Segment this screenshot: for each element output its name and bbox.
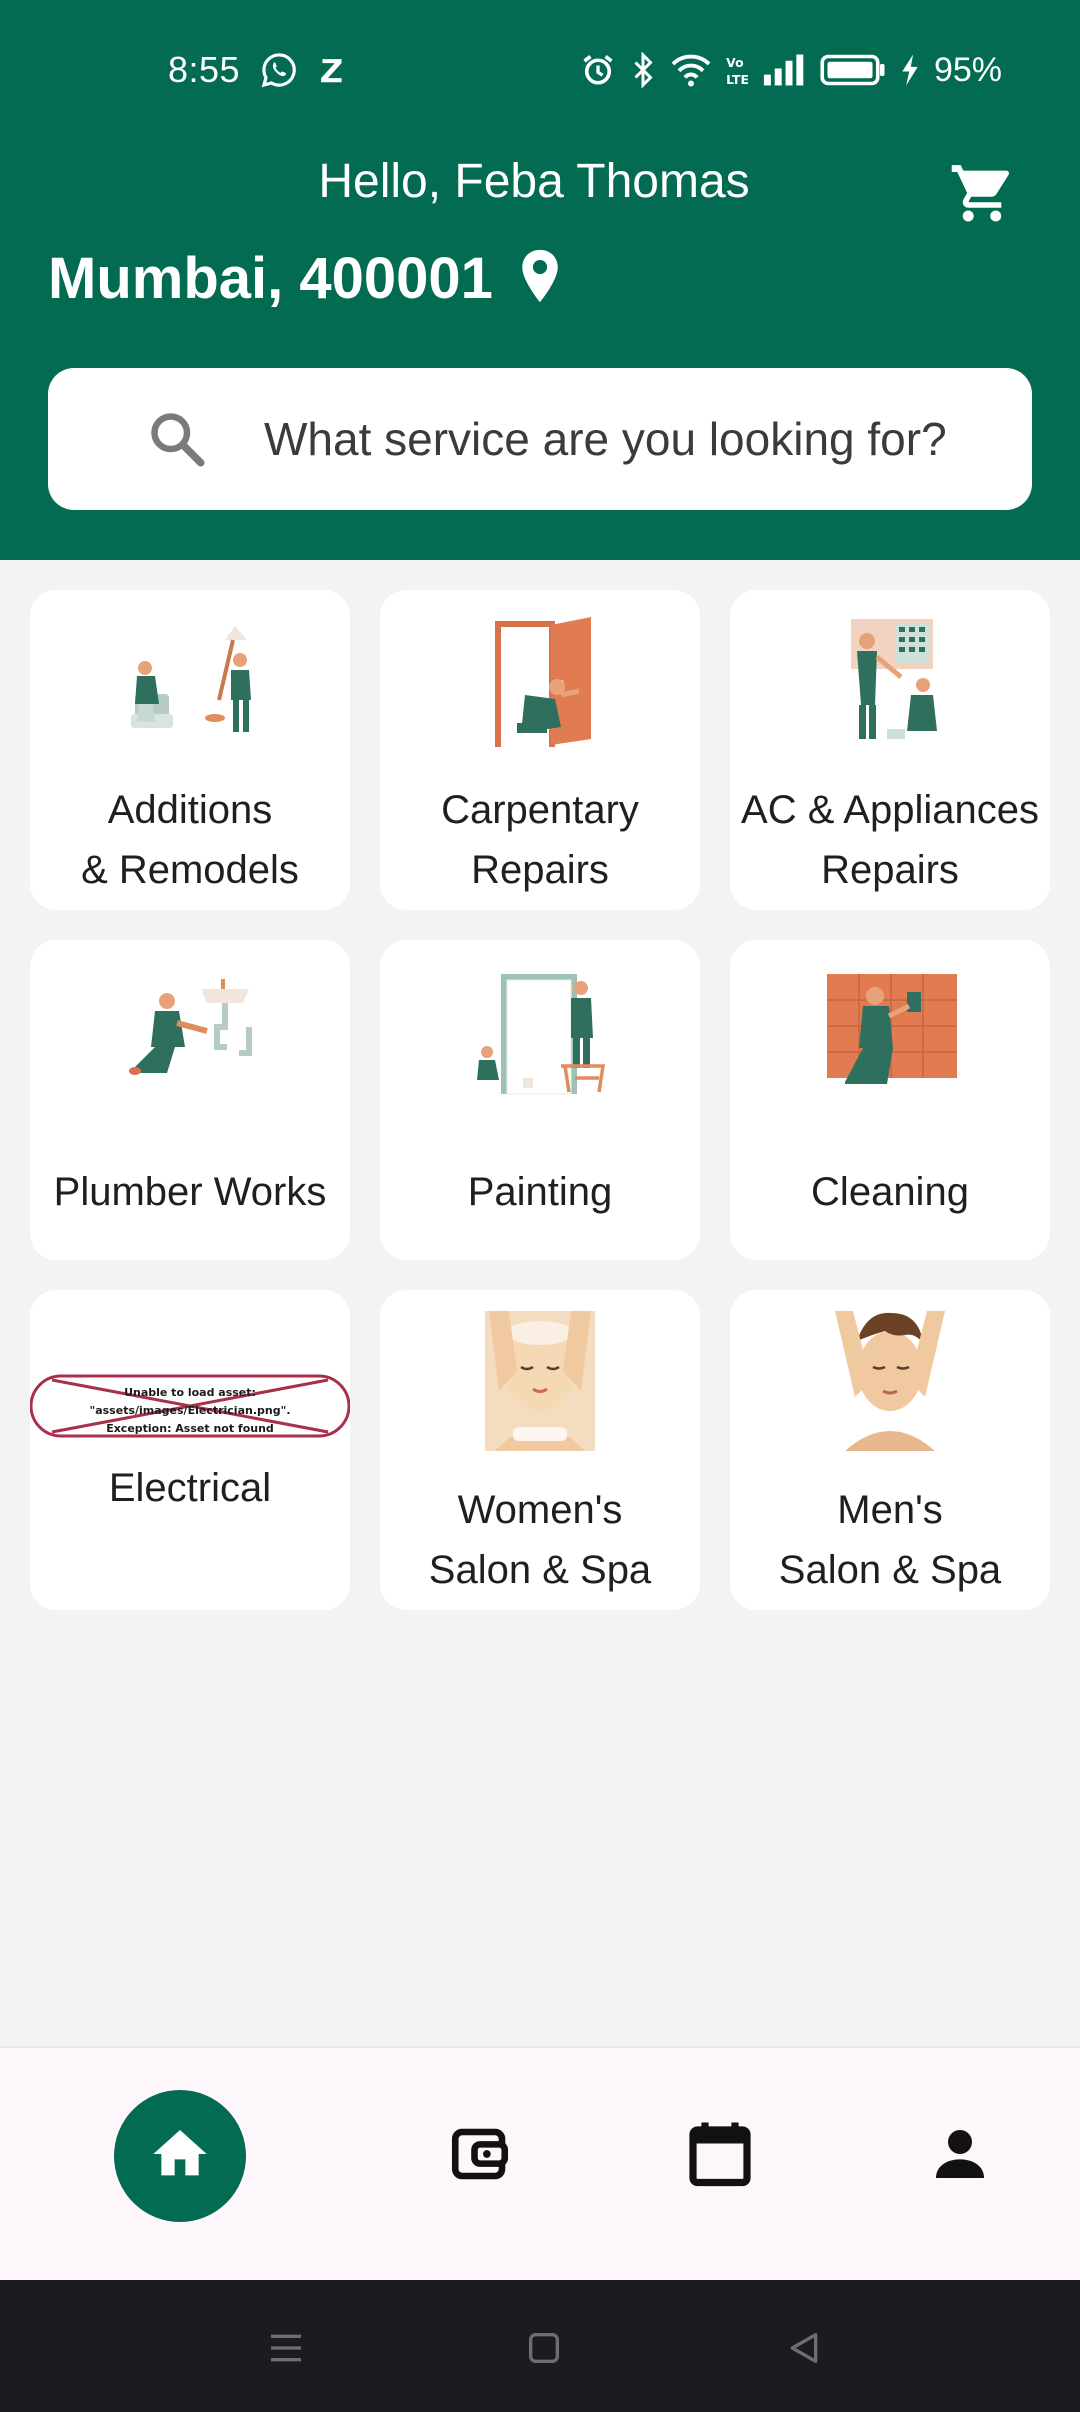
service-label: Women's Salon & Spa [428,1488,652,1592]
status-bar: 8:55 Vo LTE 95% [0,0,1080,140]
service-grid: Additions & Remodels Carpentary Repairs [30,590,1050,1610]
nav-profile-button[interactable] [894,2090,1026,2222]
cleaning-illustration [730,956,1050,1106]
carpentry-illustration [380,606,700,756]
greeting-text: Hello, Feba Thomas [318,155,750,208]
volte-icon: Vo LTE [726,53,748,87]
service-label: Painting [467,1170,613,1214]
status-left: 8:55 [168,48,346,92]
service-card-cleaning[interactable]: Cleaning [730,940,1050,1260]
whatsapp-icon [260,51,298,89]
status-time: 8:55 [168,49,241,90]
womens-spa-illustration [380,1306,700,1456]
service-card-painting[interactable]: Painting [380,940,700,1260]
system-navigation-bar [0,2280,1080,2412]
service-card-womens-salon-spa[interactable]: Women's Salon & Spa [380,1290,700,1610]
service-label: AC & Appliances Repairs [741,788,1039,892]
search-bar[interactable] [48,368,1032,510]
service-card-carpentary-repairs[interactable]: Carpentary Repairs [380,590,700,910]
service-label: Additions & Remodels [81,788,299,892]
cart-button[interactable] [946,160,1018,232]
location-text: Mumbai, 400001 [48,245,493,311]
service-card-electrical[interactable]: Unable to load asset: "assets/images/Ele… [30,1290,350,1610]
back-triangle-icon[interactable] [774,2318,834,2378]
service-card-mens-salon-spa[interactable]: Men's Salon & Spa [730,1290,1050,1610]
nav-wallet-button[interactable] [414,2090,546,2222]
search-input[interactable] [264,412,1024,466]
signal-icon [762,53,806,87]
cart-icon [949,161,1015,232]
nav-home-button[interactable] [114,2090,246,2222]
z-app-icon [318,55,346,85]
service-card-plumber-works[interactable]: Plumber Works [30,940,350,1260]
service-label: Electrical [108,1466,272,1510]
remodel-illustration [30,606,350,756]
battery-icon [820,53,886,87]
nav-calendar-button[interactable] [654,2090,786,2222]
image-load-error: Unable to load asset: "assets/images/Ele… [30,1374,350,1438]
service-label: Cleaning [811,1170,969,1214]
image-error-text: Unable to load asset: "assets/images/Ele… [89,1386,291,1435]
home-icon [148,2122,212,2191]
calendar-icon [684,2118,756,2195]
search-icon [142,404,212,474]
charging-icon [900,53,920,87]
status-right: Vo LTE 95% [580,48,1002,92]
painting-illustration [380,956,700,1106]
location-pin-icon [517,248,563,309]
mens-spa-illustration [730,1306,1050,1456]
menu-icon[interactable] [256,2318,316,2378]
service-label: Plumber Works [53,1170,327,1214]
bluetooth-icon [630,52,656,88]
profile-icon [928,2122,992,2191]
service-label: Men's Salon & Spa [778,1488,1002,1592]
location-selector[interactable]: Mumbai, 400001 [48,238,563,318]
svg-text:Vo: Vo [726,56,743,70]
service-card-additions-remodels[interactable]: Additions & Remodels [30,590,350,910]
svg-text:LTE: LTE [726,73,748,87]
battery-percent: 95% [933,50,1002,89]
app-header: 8:55 Vo LTE 95% Hello, Feba Thomas Mumba… [0,0,1080,560]
wallet-icon [447,2121,513,2192]
plumber-illustration [30,956,350,1106]
bottom-navigation [0,2046,1080,2280]
service-card-ac-appliances-repairs[interactable]: AC & Appliances Repairs [730,590,1050,910]
wifi-icon [670,52,712,88]
appliance-illustration [730,606,1050,756]
service-label: Carpentary Repairs [441,788,639,892]
alarm-icon [580,52,616,88]
home-square-icon[interactable] [514,2318,574,2378]
